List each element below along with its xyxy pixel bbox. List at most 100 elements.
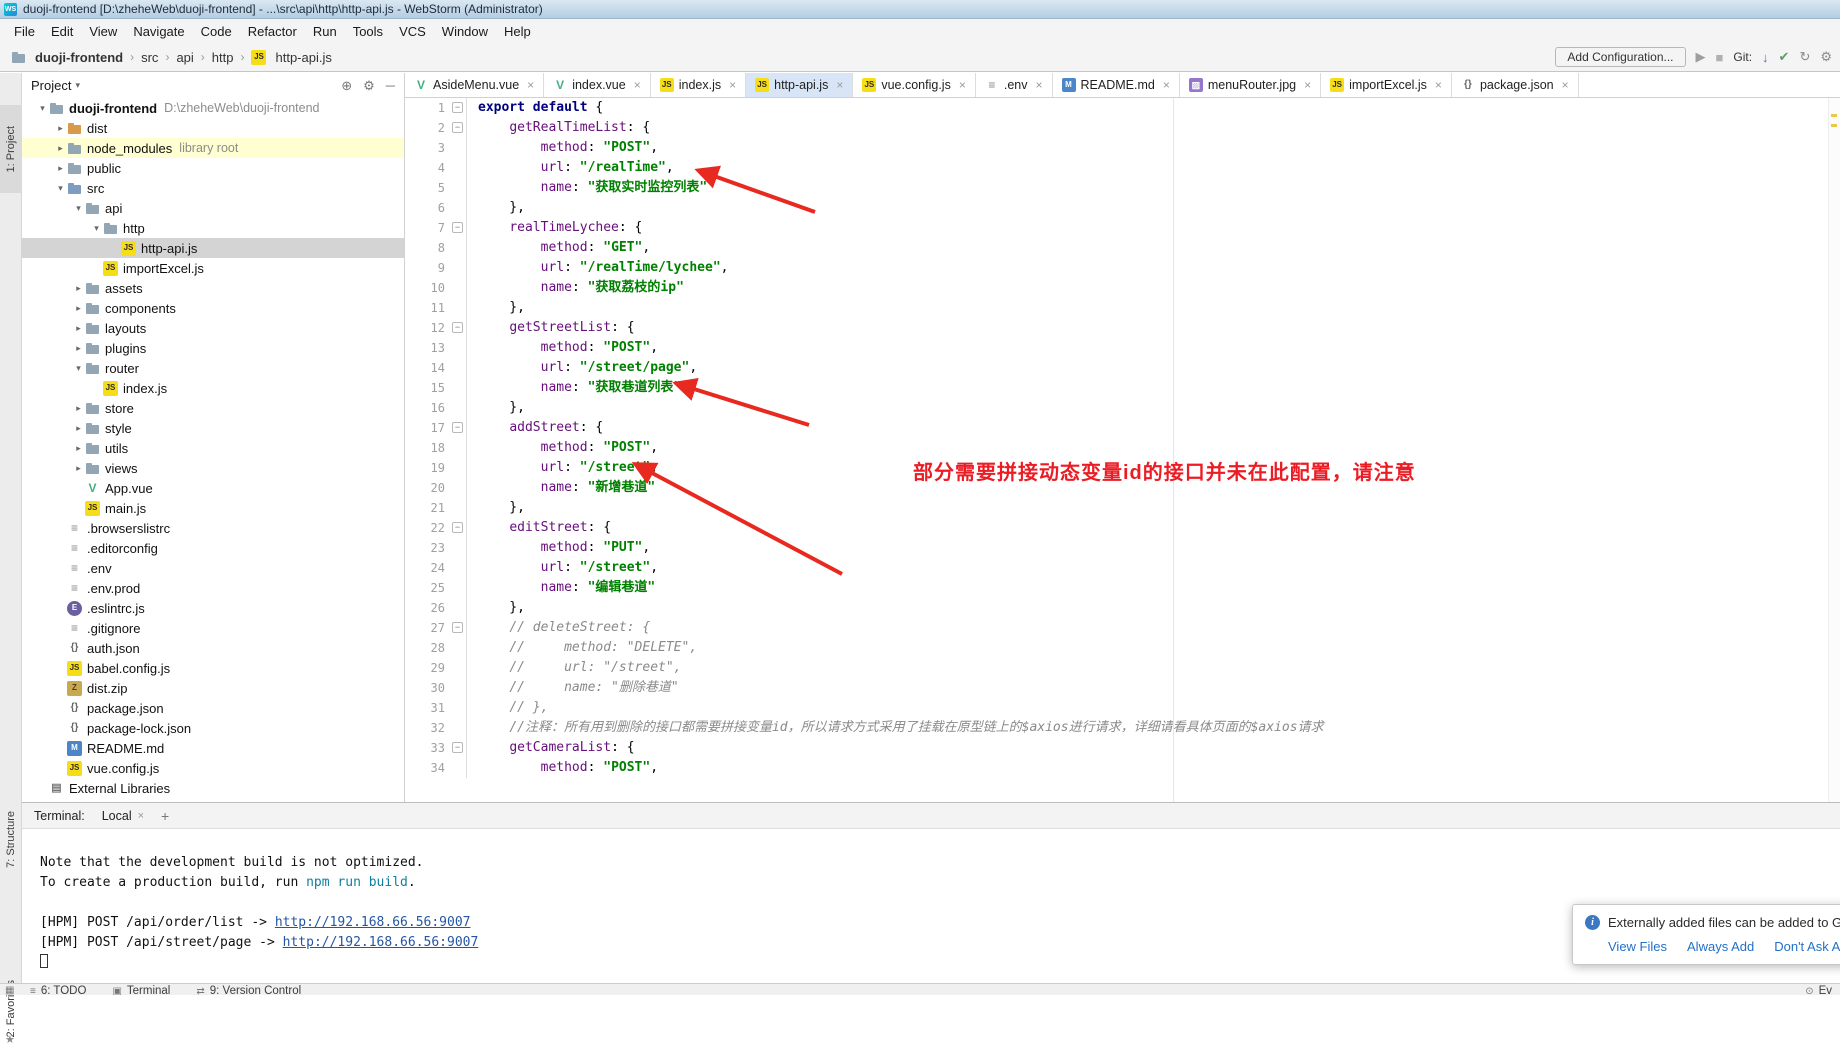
tree-item-importExcel.js[interactable]: JSimportExcel.js [22, 258, 404, 278]
code-text[interactable]: name: "获取巷道列表" [467, 378, 681, 398]
chevron-icon[interactable]: ▸ [72, 463, 85, 474]
code-text[interactable]: // deleteStreet: { [467, 618, 650, 638]
fold-marker-icon[interactable]: − [452, 222, 463, 233]
code-text[interactable]: getCameraList: { [467, 738, 635, 758]
tree-item-.browserslistrc[interactable]: ≡.browserslistrc [22, 518, 404, 538]
tree-item-auth.json[interactable]: {}auth.json [22, 638, 404, 658]
menu-item-edit[interactable]: Edit [43, 21, 81, 42]
menu-item-file[interactable]: File [6, 21, 43, 42]
tree-item-dist[interactable]: ▸dist [22, 118, 404, 138]
close-icon[interactable]: × [959, 78, 966, 92]
chevron-icon[interactable]: ▸ [54, 143, 67, 154]
code-text[interactable]: method: "POST", [467, 438, 658, 458]
hide-panel-icon[interactable]: ─ [386, 78, 395, 94]
code-text[interactable]: name: "获取实时监控列表" [467, 178, 707, 198]
code-text[interactable]: url: "/realTime", [467, 158, 674, 178]
fold-marker-icon[interactable]: − [452, 522, 463, 533]
tool-windows-corner-icon[interactable]: ▦ [5, 985, 14, 995]
notification-action-View Files[interactable]: View Files [1608, 939, 1667, 954]
gear-icon[interactable]: ⚙ [363, 78, 375, 94]
chevron-icon[interactable]: ▸ [72, 303, 85, 314]
fold-marker-icon[interactable]: − [452, 122, 463, 133]
tree-item-index.js[interactable]: JSindex.js [22, 378, 404, 398]
code-text[interactable]: //注释：所有用到删除的接口都需要拼接变量id，所以请求方式采用了挂载在原型链上… [467, 718, 1324, 738]
stop-icon[interactable]: ■ [1716, 50, 1724, 65]
notification-action-Don't Ask Agai[interactable]: Don't Ask Agai [1774, 939, 1840, 954]
terminal-tab-local[interactable]: Local × [95, 807, 151, 825]
tree-item-.env[interactable]: ≡.env [22, 558, 404, 578]
editor-tab-index.js[interactable]: JSindex.js× [651, 73, 746, 97]
code-text[interactable]: // method: "DELETE", [467, 638, 697, 658]
code-text[interactable]: addStreet: { [467, 418, 603, 438]
tool-window-tab-structure[interactable]: 7: Structure [0, 795, 22, 883]
vcs-commit-icon[interactable]: ✔ [1779, 49, 1790, 65]
close-icon[interactable]: × [1562, 78, 1569, 92]
settings-icon[interactable]: ⚙ [1820, 49, 1832, 65]
locate-file-icon[interactable]: ⊕ [341, 78, 352, 94]
code-text[interactable]: }, [467, 198, 525, 218]
tree-item-README.md[interactable]: MREADME.md [22, 738, 404, 758]
tree-item-.eslintrc.js[interactable]: E.eslintrc.js [22, 598, 404, 618]
tree-item-duoji-frontend[interactable]: ▾duoji-frontendD:\zheheWeb\duoji-fronten… [22, 98, 404, 118]
menu-item-tools[interactable]: Tools [345, 21, 391, 42]
tree-item-dist.zip[interactable]: Zdist.zip [22, 678, 404, 698]
editor-tab-package.json[interactable]: {}package.json× [1452, 73, 1579, 97]
code-text[interactable]: method: "PUT", [467, 538, 650, 558]
editor-scrollbar[interactable] [1828, 98, 1840, 802]
statusbar-event-log[interactable]: ⊙Ev [1805, 985, 1832, 995]
statusbar-item-Terminal[interactable]: ▣Terminal [112, 985, 170, 995]
chevron-icon[interactable]: ▾ [90, 223, 103, 234]
chevron-icon[interactable]: ▸ [72, 343, 85, 354]
fold-marker-icon[interactable]: − [452, 742, 463, 753]
code-text[interactable]: name: "获取荔枝的ip" [467, 278, 684, 298]
menu-item-run[interactable]: Run [305, 21, 345, 42]
code-text[interactable]: // url: "/street", [467, 658, 682, 678]
tree-item-router[interactable]: ▾router [22, 358, 404, 378]
code-text[interactable]: url: "/street", [467, 558, 658, 578]
add-configuration-button[interactable]: Add Configuration... [1555, 47, 1685, 67]
editor-tab-importExcel.js[interactable]: JSimportExcel.js× [1321, 73, 1452, 97]
terminal-output[interactable]: Note that the development build is not o… [22, 829, 1840, 973]
code-text[interactable]: realTimeLychee: { [467, 218, 642, 238]
tree-item-.env.prod[interactable]: ≡.env.prod [22, 578, 404, 598]
code-text[interactable]: method: "GET", [467, 238, 650, 258]
code-text[interactable]: method: "POST", [467, 338, 658, 358]
fold-marker-icon[interactable]: − [452, 322, 463, 333]
chevron-icon[interactable]: ▸ [72, 403, 85, 414]
tool-window-tab-project[interactable]: 1: Project [0, 105, 22, 193]
close-icon[interactable]: × [634, 78, 641, 92]
new-terminal-icon[interactable]: + [161, 808, 169, 824]
breadcrumb-item-http[interactable]: http [209, 49, 237, 66]
close-icon[interactable]: × [836, 78, 843, 92]
breadcrumb-item-api[interactable]: api [173, 49, 196, 66]
tree-item-http-api.js[interactable]: JShttp-api.js [22, 238, 404, 258]
close-icon[interactable]: × [138, 810, 144, 822]
close-icon[interactable]: × [1435, 78, 1442, 92]
run-icon[interactable]: ▶ [1696, 49, 1706, 65]
tree-item-babel.config.js[interactable]: JSbabel.config.js [22, 658, 404, 678]
tree-item-main.js[interactable]: JSmain.js [22, 498, 404, 518]
chevron-icon[interactable]: ▾ [72, 363, 85, 374]
menu-item-view[interactable]: View [81, 21, 125, 42]
chevron-icon[interactable]: ▸ [72, 323, 85, 334]
tree-item-public[interactable]: ▸public [22, 158, 404, 178]
tree-item-vue.config.js[interactable]: JSvue.config.js [22, 758, 404, 778]
statusbar-item-9: Version Control[interactable]: ⇄9: Version Control [196, 985, 301, 995]
code-text[interactable]: method: "POST", [467, 758, 658, 778]
menu-item-code[interactable]: Code [193, 21, 240, 42]
chevron-icon[interactable]: ▾ [72, 203, 85, 214]
code-text[interactable]: url: "/street", [467, 458, 658, 478]
chevron-icon[interactable]: ▸ [72, 283, 85, 294]
close-icon[interactable]: × [1035, 78, 1042, 92]
close-icon[interactable]: × [1304, 78, 1311, 92]
tree-item-views[interactable]: ▸views [22, 458, 404, 478]
fold-marker-icon[interactable]: − [452, 422, 463, 433]
chevron-icon[interactable]: ▸ [54, 163, 67, 174]
close-icon[interactable]: × [527, 78, 534, 92]
close-icon[interactable]: × [729, 78, 736, 92]
chevron-icon[interactable]: ▸ [72, 423, 85, 434]
tree-item-package.json[interactable]: {}package.json [22, 698, 404, 718]
code-text[interactable]: }, [467, 498, 525, 518]
history-icon[interactable]: ↻ [1799, 49, 1810, 65]
breadcrumb-item-duoji-frontend[interactable]: duoji-frontend [8, 49, 126, 66]
